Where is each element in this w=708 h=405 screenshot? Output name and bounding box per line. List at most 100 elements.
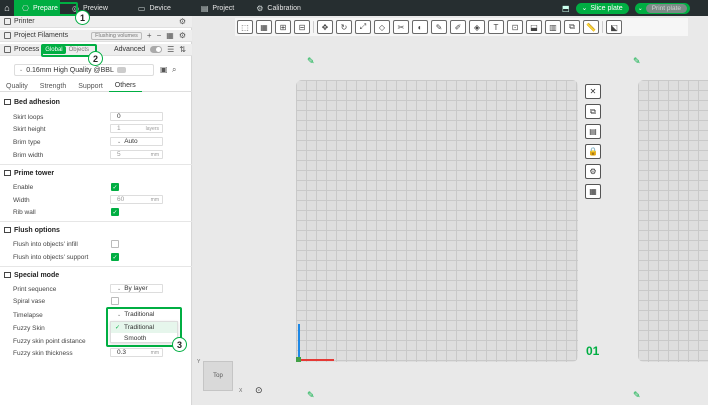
device-icon: ▭ xyxy=(137,3,146,13)
boolean-icon[interactable]: ◐ xyxy=(412,20,428,34)
tab-others[interactable]: Others xyxy=(108,80,142,92)
scale-icon[interactable]: ⤢ xyxy=(355,20,371,34)
split-icon[interactable]: ⧉ xyxy=(564,20,580,34)
tab-strength[interactable]: Strength xyxy=(34,80,72,92)
3d-viewport[interactable]: ⬚ ▦ ⊞ ⊟ ✥ ↻ ⤢ ◇ ✂ ◐ ✎ ✐ ◈ T ⊡ ⬓ ▥ ⧉ 📏 ⬕ … xyxy=(193,16,708,405)
skirt-height-input[interactable]: 1 layers xyxy=(110,124,163,133)
arrange-icon[interactable]: ⊟ xyxy=(294,20,310,34)
printer-section[interactable]: Printer ⚙ xyxy=(0,16,192,28)
tab-calibration[interactable]: ⚙ Calibration xyxy=(248,0,309,16)
rib-wall-label: Rib wall xyxy=(13,208,36,216)
tab-device-label: Device xyxy=(149,4,171,12)
prime-tower-icon xyxy=(4,170,11,176)
build-plate[interactable] xyxy=(296,80,578,362)
lock-icon[interactable]: 🔒 xyxy=(585,144,601,159)
gear-icon[interactable]: ⚙ xyxy=(179,17,186,26)
search-icon[interactable]: ⌕ xyxy=(172,65,176,75)
prime-tower-width-value: 60 xyxy=(117,196,125,203)
edit-plate-icon[interactable]: ✎ xyxy=(307,390,315,401)
brim-type-label: Brim type xyxy=(13,138,41,146)
view-cube-label: Top xyxy=(213,373,223,379)
plate-tools: ✕ ⧉ ▤ 🔒 ⚙ ▦ xyxy=(585,84,601,199)
save-icon[interactable]: ▣ xyxy=(160,65,168,74)
rotate-icon[interactable]: ↻ xyxy=(336,20,352,34)
fuzzy-thickness-input[interactable]: 0.3 mm xyxy=(110,348,163,357)
prime-tower-width-input[interactable]: 60 mm xyxy=(110,195,163,204)
printer-label: Printer xyxy=(14,18,35,25)
close-icon[interactable]: ✕ xyxy=(585,84,601,99)
home-icon[interactable]: ⌂ xyxy=(0,0,14,16)
measure-icon[interactable]: ⊡ xyxy=(507,20,523,34)
orient-icon[interactable]: ⊞ xyxy=(275,20,291,34)
filament-sync-icon[interactable]: ▦ xyxy=(166,31,174,40)
add-plate-icon[interactable]: ▦ xyxy=(256,20,272,34)
gear-icon[interactable]: ⚙ xyxy=(179,31,186,40)
special-mode-heading: Special mode xyxy=(4,270,59,280)
print-sequence-select[interactable]: ⌄ By layer xyxy=(110,284,163,293)
view-options-icon[interactable]: ⬕ xyxy=(606,20,622,34)
chevron-down-icon: ⌄ xyxy=(117,138,122,145)
orient-plate-icon[interactable]: ▤ xyxy=(585,124,601,139)
add-icon[interactable]: + xyxy=(147,31,152,40)
assembly-icon[interactable]: ⬓ xyxy=(526,20,542,34)
flushing-volumes-button[interactable]: Flushing volumes xyxy=(91,31,142,40)
export-icon[interactable]: ⬒ xyxy=(562,4,570,13)
spiral-vase-checkbox[interactable] xyxy=(111,297,119,305)
prime-tower-width-label: Width xyxy=(13,196,30,204)
project-filaments-label: Project Filaments xyxy=(14,32,69,39)
tab-quality[interactable]: Quality xyxy=(0,80,34,92)
fuzzy-point-distance-label: Fuzzy skin point distance xyxy=(13,337,86,345)
brim-width-input[interactable]: 5 mm xyxy=(110,150,163,159)
advanced-label: Advanced xyxy=(113,46,146,53)
move-icon[interactable]: ✥ xyxy=(317,20,333,34)
object-toolbar: ⬚ ▦ ⊞ ⊟ ✥ ↻ ⤢ ◇ ✂ ◐ ✎ ✐ ◈ T ⊡ ⬓ ▥ ⧉ 📏 ⬕ xyxy=(235,18,688,36)
build-plate-2[interactable] xyxy=(638,80,708,362)
text-icon[interactable]: T xyxy=(488,20,504,34)
plate-type-icon[interactable]: ▦ xyxy=(585,184,601,199)
tab-support[interactable]: Support xyxy=(72,80,109,92)
tab-device[interactable]: ▭ Device xyxy=(130,0,179,16)
skirt-loops-input[interactable]: 0 xyxy=(110,112,163,121)
x-axis xyxy=(298,359,334,361)
tab-calibration-label: Calibration xyxy=(267,4,301,12)
print-plate-button[interactable]: ⌄ Print plate xyxy=(634,2,690,14)
slice-plate-button[interactable]: ⌄ Slice plate xyxy=(575,2,629,14)
plate-settings-icon[interactable]: ⚙ xyxy=(585,164,601,179)
seam-paint-icon[interactable]: ✐ xyxy=(450,20,466,34)
rib-wall-checkbox[interactable]: ✓ xyxy=(111,208,119,216)
process-icon xyxy=(4,46,11,53)
cut-icon[interactable]: ✂ xyxy=(393,20,409,34)
flush-infill-checkbox[interactable] xyxy=(111,240,119,248)
compare-icon[interactable]: ⇅ xyxy=(179,45,186,54)
remove-icon[interactable]: − xyxy=(157,31,162,40)
advanced-toggle[interactable] xyxy=(150,46,163,53)
prime-tower-enable-checkbox[interactable]: ✓ xyxy=(111,183,119,191)
special-mode-title: Special mode xyxy=(14,271,60,279)
ruler-icon[interactable]: 📏 xyxy=(583,20,599,34)
chevron-down-icon: ⌄ xyxy=(581,5,588,12)
flush-support-checkbox[interactable]: ✓ xyxy=(111,253,119,261)
support-paint-icon[interactable]: ✎ xyxy=(431,20,447,34)
tab-project[interactable]: ▤ Project xyxy=(193,0,242,16)
prime-tower-width-unit: mm xyxy=(150,196,159,203)
variable-layer-icon[interactable]: ▥ xyxy=(545,20,561,34)
brim-width-value: 5 xyxy=(117,151,121,158)
color-paint-icon[interactable]: ◈ xyxy=(469,20,485,34)
process-preset-select[interactable]: ⌄ 0.16mm High Quality @BBL xyxy=(14,64,154,76)
skirt-height-unit: layers xyxy=(145,125,159,132)
brim-type-select[interactable]: ⌄ Auto xyxy=(110,137,163,146)
bed-adhesion-heading: Bed adhesion xyxy=(4,97,60,107)
arrange-plate-icon[interactable]: ⧉ xyxy=(585,104,601,119)
list-icon[interactable]: ☰ xyxy=(167,45,174,54)
lay-on-face-icon[interactable]: ◇ xyxy=(374,20,390,34)
view-cube[interactable]: Top xyxy=(203,361,233,391)
bed-adhesion-icon xyxy=(4,99,11,105)
edit-plate-icon[interactable]: ✎ xyxy=(633,56,641,67)
flush-infill-label: Flush into objects' infill xyxy=(13,240,78,248)
edit-plate-icon[interactable]: ✎ xyxy=(307,56,315,67)
top-bar-actions: ⬒ ⌄ Slice plate ⌄ Print plate xyxy=(562,2,690,14)
add-object-icon[interactable]: ⬚ xyxy=(237,20,253,34)
edit-plate-icon[interactable]: ✎ xyxy=(633,390,641,401)
zoom-fit-icon[interactable]: ⊙ xyxy=(255,385,263,396)
chevron-down-icon: ⌄ xyxy=(117,285,122,292)
